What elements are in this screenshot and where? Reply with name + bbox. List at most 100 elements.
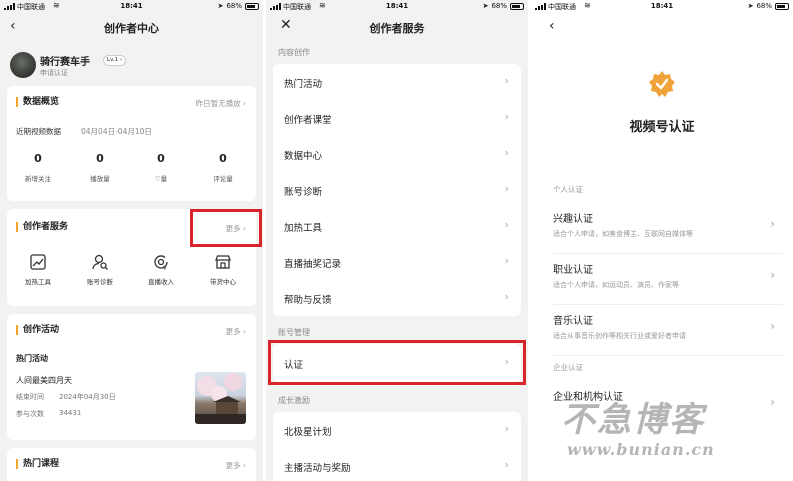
chart-trend-icon — [29, 253, 47, 271]
data-overview-card: 数据概览 昨日暂无播放 › 近期视频数据 04月04日-04月10日 0 新增关注… — [7, 86, 256, 201]
chevron-right-icon: › — [504, 74, 509, 87]
watermark-url: www.bunian.cn — [567, 440, 715, 459]
menu-item-streamer-rewards[interactable]: 主播活动与奖励 › — [273, 448, 521, 481]
menu-item-label: 主播活动与奖励 — [284, 463, 351, 474]
cert-option-interest[interactable]: 兴趣认证适合个人申请，如美食博主、互联网自媒体等 › — [553, 204, 783, 254]
org-cert-label: 企业认证 — [553, 363, 583, 372]
group-label-growth: 成长激励 — [278, 396, 310, 405]
cert-desc: 适合从事音乐创作等相关行业或爱好者申请 — [553, 332, 686, 340]
chevron-right-icon: › — [770, 395, 775, 409]
menu-item-polaris-plan[interactable]: 北极星计划 › — [273, 412, 521, 448]
battery-icon — [775, 2, 789, 10]
cert-title: 职业认证 — [553, 265, 593, 276]
hot-activity-label: 热门活动 — [16, 354, 48, 363]
status-bar: 中国联通 ≋ 18:41 ➤ 68% — [266, 0, 528, 14]
creator-center-screen: 中国联通 ≋ 18:41 ➤ 68% ‹ 创作者中心 骑行赛车手 Lv.1 › 申… — [0, 0, 263, 481]
location-icon: ➤ — [747, 2, 754, 10]
cert-desc: 适合个人申请，如美食博主、互联网自媒体等 — [553, 230, 693, 238]
stat-value: 0 — [219, 152, 227, 165]
service-account-diagnosis[interactable]: 账号诊断 — [77, 253, 123, 286]
hot-courses-card: 热门课程 更多 › — [7, 448, 256, 481]
status-bar: 中国联通 ≋ 18:41 ➤ 68% — [0, 0, 263, 14]
menu-item-heat-tool[interactable]: 加热工具 › — [273, 208, 521, 244]
chevron-right-icon: › — [504, 422, 509, 435]
stat-label: 新增关注 — [25, 175, 51, 183]
chevron-right-icon: › — [504, 146, 509, 159]
personal-cert-label: 个人认证 — [553, 185, 583, 194]
channel-certification-screen: 中国联通 ≋ 18:41 ➤ 68% ‹ 视频号认证 个人认证 兴趣认证 适合个人申… — [531, 0, 793, 481]
battery-percent: 68% — [226, 2, 242, 10]
cert-title: 音乐认证 — [553, 316, 593, 327]
menu-item-live-lottery[interactable]: 直播抽奖记录 › — [273, 244, 521, 280]
page-title: 创作者服务 — [369, 22, 425, 35]
back-icon[interactable]: ‹ — [549, 18, 555, 34]
chevron-right-icon: › — [504, 458, 509, 471]
watermark-brand: 不急博客 — [561, 400, 705, 440]
apply-cert-link[interactable]: 申请认证 — [40, 68, 68, 78]
menu-item-creator-class[interactable]: 创作者课堂 › — [273, 100, 521, 136]
page-title: 创作者中心 — [104, 22, 159, 35]
activity-count-label: 参与次数 — [16, 410, 44, 418]
stat-value: 0 — [96, 152, 104, 165]
menu-item-account-diagnosis[interactable]: 账号诊断 › — [273, 172, 521, 208]
cert-desc: 适合个人申请，如运动员、演员、作家等 — [553, 281, 679, 289]
activity-more-link[interactable]: 更多 › — [226, 326, 246, 337]
service-heat-tool[interactable]: 加热工具 — [15, 253, 61, 286]
stat-label: 评论量 — [213, 175, 233, 183]
menu-item-hot-activity[interactable]: 热门活动 › — [273, 64, 521, 100]
menu-item-label: 直播抽奖记录 — [284, 259, 342, 270]
store-icon — [214, 253, 232, 271]
activity-end-date: 2024年04月30日 — [59, 393, 116, 401]
verified-badge-icon — [648, 70, 676, 98]
nav-bar: ‹ — [531, 14, 793, 42]
page-title: 视频号认证 — [629, 120, 695, 135]
cert-title: 兴趣认证 — [553, 214, 593, 225]
chevron-right-icon: › — [504, 254, 509, 267]
battery-icon — [510, 2, 524, 10]
menu-item-help-feedback[interactable]: 帮助与反馈 › — [273, 280, 521, 316]
stat-likes: 0 ♡量 — [136, 152, 186, 183]
recent-data-label: 近期视频数据 — [16, 127, 61, 136]
chevron-right-icon: › — [770, 217, 775, 231]
nav-bar: ‹ 创作者中心 — [0, 14, 263, 42]
highlight-more-box — [190, 209, 262, 247]
level-label: Lv.1 — [107, 57, 119, 63]
menu-item-label: 帮助与反馈 — [284, 295, 332, 306]
service-live-income[interactable]: ¥ 直播收入 — [138, 253, 184, 286]
overview-title: 数据概览 — [16, 97, 59, 107]
chevron-right-icon: › — [770, 268, 775, 282]
stat-new-followers: 0 新增关注 — [13, 152, 63, 183]
battery-icon — [245, 2, 259, 10]
courses-more-link[interactable]: 更多 › — [226, 460, 246, 471]
menu-item-data-center[interactable]: 数据中心 › — [273, 136, 521, 172]
activity-title: 创作活动 — [16, 325, 59, 335]
date-range: 04月04日-04月10日 — [81, 127, 152, 136]
chevron-right-icon: › — [504, 182, 509, 195]
service-store-center[interactable]: 带货中心 — [200, 253, 246, 286]
chevron-right-icon: › — [504, 110, 509, 123]
location-icon: ➤ — [482, 2, 489, 10]
overview-note[interactable]: 昨日暂无播放 › — [196, 98, 246, 109]
creator-services-screen: 中国联通 ≋ 18:41 ➤ 68% ✕ 创作者服务 内容创作 热门活动 › 创作者… — [266, 0, 528, 481]
profile-name: 骑行赛车手 — [40, 57, 90, 68]
chevron-right-icon: › — [770, 319, 775, 333]
chevron-right-icon: › — [119, 57, 123, 63]
activity-name: 人间最美四月天 — [16, 376, 72, 385]
avatar[interactable] — [10, 52, 36, 78]
service-label: 带货中心 — [210, 278, 236, 286]
chevron-right-icon: › — [504, 290, 509, 303]
stat-plays: 0 播放量 — [75, 152, 125, 183]
person-search-icon — [91, 253, 109, 271]
courses-title: 热门课程 — [16, 459, 59, 469]
cert-option-music[interactable]: 音乐认证适合从事音乐创作等相关行业或爱好者申请 › — [553, 306, 783, 356]
nav-bar: ✕ 创作者服务 — [266, 14, 528, 42]
level-badge[interactable]: Lv.1 › — [103, 55, 127, 66]
cert-option-profession[interactable]: 职业认证适合个人申请，如运动员、演员、作家等 › — [553, 255, 783, 305]
chevron-right-icon: › — [504, 218, 509, 231]
activity-count: 34431 — [59, 409, 82, 417]
menu-item-label: 数据中心 — [284, 151, 323, 162]
service-label: 加热工具 — [25, 278, 51, 286]
svg-text:¥: ¥ — [163, 265, 167, 271]
creator-activity-card: 创作活动 更多 › 热门活动 人间最美四月天 结束时间 2024年04月30日 … — [7, 314, 256, 440]
live-income-icon: ¥ — [152, 253, 170, 272]
